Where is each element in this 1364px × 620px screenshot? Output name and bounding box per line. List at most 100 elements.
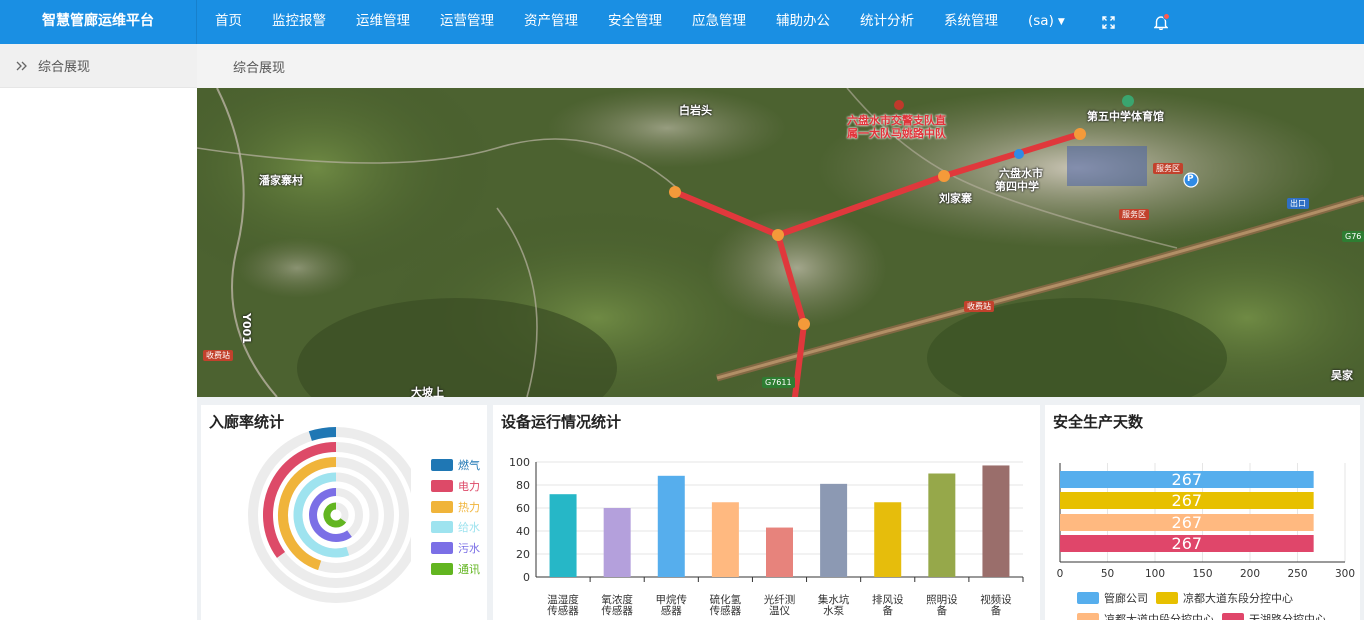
main-nav: 首页 监控报警 运维管理 运营管理 资产管理 安全管理 应急管理 辅助办公 统计…	[200, 0, 1187, 44]
bar-8[interactable]	[982, 465, 1010, 577]
bell-icon[interactable]	[1151, 0, 1171, 44]
safety-days-legend: 管廊公司 凉都大道东段分控中心凉都大道中段分控中心 天湖路分控中心	[1077, 587, 1357, 620]
nav-operations[interactable]: 运营管理	[425, 0, 509, 44]
legend-swatch	[431, 542, 453, 555]
x-tick-label: 传感器	[601, 604, 633, 617]
map-badge-toll-left: 收费站	[203, 350, 233, 361]
notification-dot	[1162, 13, 1170, 20]
data-label: 267	[1172, 491, 1203, 510]
legend-swatch	[431, 521, 453, 534]
x-tick-label: 水泵	[823, 605, 845, 617]
x-tick-label: 150	[1192, 568, 1212, 580]
bar-7[interactable]	[928, 473, 956, 578]
y-tick-label: 40	[516, 525, 530, 538]
panel-equipment: 设备运行情况统计 0 20 40 60 80 100 温湿度 传感器 氧浓度 传感器 甲烷传 感器 硫化…	[493, 405, 1040, 620]
map-label-bottom-right: 吴家	[1331, 369, 1353, 382]
nav-maintenance[interactable]: 运维管理	[341, 0, 425, 44]
bar-1[interactable]	[603, 508, 631, 577]
bar-4[interactable]	[766, 527, 793, 577]
x-tick-label: 传感器	[547, 604, 579, 617]
panel-safety-days: 安全生产天数 0 50 100 150 200 250 300 267 267 267 267 管廊…	[1045, 405, 1360, 620]
map-label-left-village: 潘家寨村	[259, 174, 303, 187]
ring-segment-0[interactable]	[308, 427, 337, 441]
x-tick-label: 0	[1057, 568, 1064, 580]
x-tick-label: 温仪	[769, 605, 790, 617]
entry-rate-legend: 燃气电力热力给水污水通讯	[431, 455, 480, 579]
legend-label: 凉都大道中段分控中心	[1104, 612, 1214, 620]
caret-down-icon[interactable]: ▼	[1058, 1, 1065, 43]
panel-entry-rate: 入廊率统计 燃气 电力 热力 给水 污水 通讯	[201, 405, 487, 620]
map-label-bottom-village: 大坡上	[411, 386, 444, 397]
legend-label: 凉都大道东段分控中心	[1183, 591, 1293, 605]
x-tick-label: 备	[937, 604, 948, 617]
sidebar-item-overview[interactable]: 综合展现	[0, 44, 197, 88]
legend-item[interactable]: 通讯	[431, 558, 480, 579]
safety-days-chart: 0 50 100 150 200 250 300 267 267 267 267	[1057, 463, 1355, 580]
data-label: 267	[1172, 534, 1203, 553]
data-label: 267	[1172, 513, 1203, 532]
y-tick-label: 100	[509, 456, 530, 469]
legend-item[interactable]: 燃气	[431, 455, 480, 476]
map-badge-g7611: G7611	[762, 377, 795, 388]
bar-2[interactable]	[657, 475, 685, 577]
x-tick-label: 备	[991, 604, 1002, 617]
y-tick-label: 0	[523, 571, 530, 584]
legend-item[interactable]: 污水	[431, 538, 480, 559]
x-tick-label: 200	[1240, 568, 1260, 580]
legend-swatch	[431, 480, 453, 493]
map-badge-exit: 出口	[1287, 198, 1309, 209]
app-title: 智慧管廊运维平台	[0, 0, 197, 44]
nav-assets[interactable]: 资产管理	[509, 0, 593, 44]
y-tick-label: 20	[516, 548, 530, 561]
map-label-stadium: 第五中学体育馆	[1087, 110, 1164, 123]
nav-office[interactable]: 辅助办公	[761, 0, 845, 44]
legend-label: 污水	[458, 542, 480, 556]
legend-label: 管廊公司	[1104, 591, 1148, 605]
legend-item[interactable]: 给水	[431, 517, 480, 538]
nav-statistics[interactable]: 统计分析	[845, 0, 929, 44]
breadcrumb: 综合展现	[197, 44, 1364, 88]
legend-item[interactable]: 天湖路分控中心	[1222, 608, 1326, 620]
bar-5[interactable]	[820, 483, 848, 577]
legend-swatch	[1077, 612, 1099, 620]
map-label-road-y001: Y001	[239, 313, 253, 344]
legend-item[interactable]: 电力	[431, 476, 480, 497]
legend-swatch	[431, 500, 453, 513]
nav-monitor-alarm[interactable]: 监控报警	[257, 0, 341, 44]
breadcrumb-current[interactable]: 综合展现	[233, 57, 285, 76]
top-navbar: 智慧管廊运维平台 首页 监控报警 运维管理 运营管理 资产管理 安全管理 应急管…	[0, 0, 1364, 44]
legend-label: 电力	[458, 480, 480, 494]
legend-label: 热力	[458, 500, 480, 514]
x-tick-label: 备	[882, 604, 893, 617]
legend-swatch	[431, 459, 453, 472]
legend-item[interactable]: 凉都大道东段分控中心	[1156, 587, 1293, 608]
main-content: 综合展现 白岩头 六盘水市交警支队直 属一大队马姚路中队 第五中学体育馆 六盘水…	[197, 44, 1364, 620]
fullscreen-icon[interactable]	[1099, 0, 1119, 44]
bar-3[interactable]	[711, 502, 739, 577]
map-canvas	[197, 88, 1364, 397]
entry-rate-chart	[248, 427, 411, 603]
user-menu[interactable]: (sa)	[1013, 0, 1058, 44]
legend-label: 天湖路分控中心	[1249, 612, 1326, 620]
x-tick-label: 300	[1335, 568, 1355, 580]
nav-safety[interactable]: 安全管理	[593, 0, 677, 44]
sidebar: 综合展现	[0, 44, 197, 620]
x-tick-label: 50	[1101, 568, 1114, 580]
sidebar-item-label: 综合展现	[38, 60, 91, 75]
legend-item[interactable]: 管廊公司	[1077, 587, 1148, 608]
y-tick-label: 60	[516, 502, 530, 515]
equipment-bar-chart: 020406080100温湿度传感器氧浓度传感器甲烷传感器硫化氢传感器光纤测温仪…	[509, 456, 1024, 617]
map-badge-service-1: 服务区	[1153, 163, 1183, 174]
nav-system[interactable]: 系统管理	[929, 0, 1013, 44]
map-badge-service-2: 服务区	[1119, 209, 1149, 220]
nav-home[interactable]: 首页	[200, 0, 257, 44]
bar-0[interactable]	[549, 494, 577, 577]
legend-label: 给水	[458, 521, 480, 535]
nav-emergency[interactable]: 应急管理	[677, 0, 761, 44]
double-chevron-right-icon	[16, 61, 27, 70]
legend-item[interactable]: 凉都大道中段分控中心	[1077, 608, 1214, 620]
bar-6[interactable]	[874, 502, 902, 577]
legend-item[interactable]: 热力	[431, 496, 480, 517]
x-tick-label: 100	[1145, 568, 1165, 580]
satellite-map[interactable]: 白岩头 六盘水市交警支队直 属一大队马姚路中队 第五中学体育馆 六盘水市 第四中…	[197, 88, 1364, 397]
